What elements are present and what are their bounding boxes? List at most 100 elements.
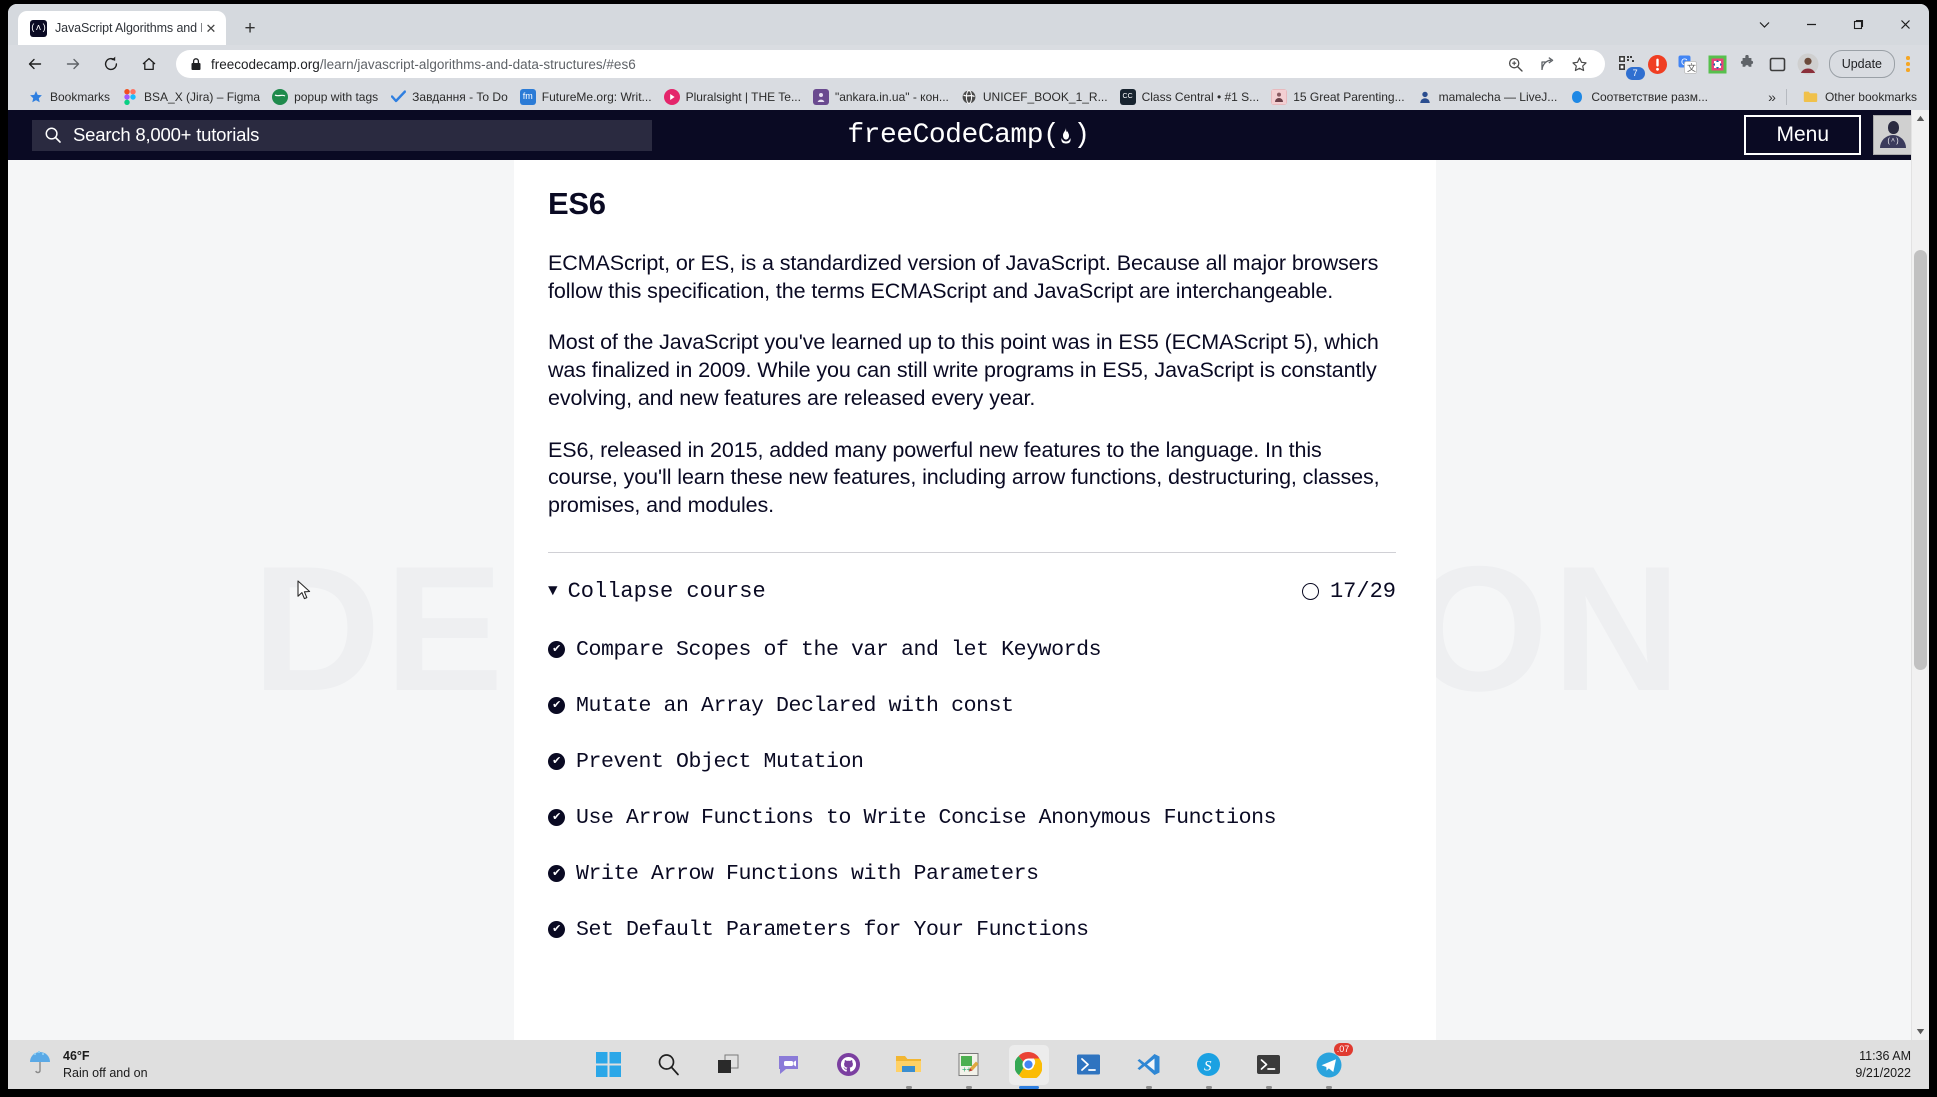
page-gutter-left	[8, 110, 514, 1040]
list-item[interactable]: ✔ Mutate an Array Declared with const	[548, 694, 1396, 718]
challenge-label: Use Arrow Functions to Write Concise Ano…	[576, 805, 1277, 830]
qr-extension-icon[interactable]: 7	[1613, 49, 1645, 80]
maximize-window-button[interactable]	[1835, 4, 1882, 45]
reload-button-icon[interactable]	[95, 48, 127, 80]
sidepanel-icon[interactable]	[1763, 49, 1793, 79]
bookmark-item-popup-with-tags[interactable]: popup with tags	[266, 86, 384, 108]
bookmark-label: Bookmarks	[50, 89, 111, 104]
bookmark-item-todo[interactable]: Завдання - To Do	[384, 86, 514, 108]
telegram-icon[interactable]: .07	[1309, 1042, 1353, 1089]
clock-date: 9/21/2022	[1855, 1065, 1911, 1080]
favicon-glyph: (ʌ)	[30, 22, 47, 33]
share-icon[interactable]	[1533, 49, 1563, 79]
terminal-icon[interactable]	[1249, 1045, 1289, 1089]
bookmark-label: 15 Great Parenting...	[1293, 89, 1405, 104]
bookmark-item-figma[interactable]: BSA_X (Jira) – Figma	[116, 86, 266, 108]
chrome-menu-button[interactable]	[1895, 56, 1921, 72]
menu-dot	[1906, 56, 1910, 60]
skype-icon[interactable]: S	[1189, 1045, 1229, 1089]
task-view-icon[interactable]	[709, 1045, 749, 1085]
fm-icon: fm	[519, 88, 536, 105]
bookmark-item-bookmarks[interactable]: Bookmarks	[22, 86, 116, 108]
bookmark-item-mamalecha[interactable]: mamalecha — LiveJ...	[1411, 86, 1564, 108]
star-icon	[28, 89, 44, 105]
profile-avatar-icon[interactable]	[1793, 49, 1823, 79]
bookmark-item-pluralsight[interactable]: Pluralsight | THE Te...	[658, 86, 807, 108]
challenge-label: Set Default Parameters for Your Function…	[576, 917, 1089, 942]
running-indicator	[1145, 1085, 1152, 1089]
list-item[interactable]: ✔ Write Arrow Functions with Parameters	[548, 862, 1396, 886]
bookmarks-overflow-button[interactable]: »	[1768, 89, 1776, 105]
address-bar-url: freecodecamp.org/learn/javascript-algori…	[211, 56, 636, 72]
other-bookmarks-label: Other bookmarks	[1824, 89, 1917, 104]
start-windows-icon[interactable]	[589, 1045, 629, 1085]
scrollbar-up-arrow[interactable]	[1912, 110, 1929, 127]
page-viewport: DEMO VERSION Search 8,000+ tutorials fre…	[8, 110, 1929, 1040]
bookmark-item-unicef[interactable]: UNICEF_BOOK_1_R...	[955, 86, 1114, 108]
page-scrollbar[interactable]	[1911, 110, 1929, 1040]
weather-widget[interactable]: 46°F Rain off and on	[8, 1048, 326, 1081]
tab-search-chevron-down-icon[interactable]	[1741, 4, 1788, 45]
browser-tab[interactable]: (ʌ) JavaScript Algorithms and Data S ✕	[18, 11, 226, 45]
globe-icon	[272, 88, 289, 105]
chevron-down-icon: ▼	[548, 582, 558, 601]
folder-icon	[1803, 89, 1819, 105]
search-input[interactable]: Search 8,000+ tutorials	[32, 119, 652, 151]
challenge-list: ✔ Compare Scopes of the var and let Keyw…	[548, 638, 1396, 942]
desktop: (ʌ) JavaScript Algorithms and Data S ✕ +	[0, 0, 1937, 1097]
list-item[interactable]: ✔ Prevent Object Mutation	[548, 750, 1396, 774]
scrollbar-down-arrow[interactable]	[1912, 1023, 1929, 1040]
zoom-in-icon[interactable]	[1501, 49, 1531, 79]
chrome-icon[interactable]	[1008, 1044, 1049, 1089]
screenshot-extension-icon[interactable]	[1703, 49, 1733, 79]
update-button[interactable]: Update	[1828, 50, 1895, 78]
clock-time: 11:36 AM	[1859, 1048, 1911, 1063]
running-indicator	[905, 1085, 912, 1089]
collapse-course-label: Collapse course	[567, 578, 766, 604]
avatar[interactable]: (^)	[1873, 114, 1913, 155]
chat-icon[interactable]	[769, 1045, 809, 1085]
bookmark-item-sootvetstvie[interactable]: Соответствие разм...	[1563, 86, 1714, 108]
minimize-window-button[interactable]	[1788, 4, 1835, 45]
person-icon	[812, 88, 829, 105]
bookmark-item-class-central[interactable]: CC Class Central • #1 S...	[1114, 86, 1266, 108]
bookmark-label: mamalecha — LiveJ...	[1438, 89, 1558, 104]
list-item[interactable]: ✔ Set Default Parameters for Your Functi…	[548, 918, 1396, 942]
notepadpp-icon[interactable]: ++	[949, 1045, 989, 1089]
browser-window: (ʌ) JavaScript Algorithms and Data S ✕ +	[8, 4, 1929, 1040]
google-translate-icon[interactable]: G文	[1673, 49, 1703, 79]
search-placeholder: Search 8,000+ tutorials	[73, 124, 260, 145]
bookmarks-bar: Bookmarks BSA_X (Jira) – Figma popup wit…	[8, 83, 1929, 110]
bookmark-item-parenting[interactable]: 15 Great Parenting...	[1265, 86, 1410, 108]
intro-paragraph-1: ECMAScript, or ES, is a standardized ver…	[548, 251, 1379, 303]
system-clock[interactable]: 11:36 AM 9/21/2022	[1611, 1048, 1929, 1082]
collapse-course-row[interactable]: ▼ Collapse course 17/29	[548, 579, 1396, 604]
close-window-button[interactable]	[1882, 4, 1929, 45]
bookmark-item-futureme[interactable]: fm FutureMe.org: Writ...	[514, 86, 658, 108]
navigation-toolbar: freecodecamp.org/learn/javascript-algori…	[8, 45, 1929, 83]
menu-button[interactable]: Menu	[1744, 114, 1861, 156]
alert-extension-icon[interactable]	[1643, 49, 1673, 79]
collapse-course-button[interactable]: ▼ Collapse course	[548, 579, 766, 604]
bookmark-star-icon[interactable]	[1565, 49, 1595, 79]
challenge-label: Prevent Object Mutation	[576, 749, 864, 774]
new-tab-button[interactable]: +	[236, 14, 264, 42]
other-bookmarks-button[interactable]: Other bookmarks	[1797, 86, 1923, 108]
vscode-icon[interactable]	[1129, 1045, 1169, 1089]
address-bar[interactable]: freecodecamp.org/learn/javascript-algori…	[176, 50, 1605, 78]
intro-paragraph-3: ES6, released in 2015, added many powerf…	[548, 437, 1380, 518]
home-button-icon[interactable]	[133, 48, 165, 80]
file-explorer-icon[interactable]	[889, 1045, 929, 1089]
scrollbar-thumb[interactable]	[1914, 250, 1927, 670]
bookmark-item-ankara[interactable]: "ankara.in.ua" - кон...	[807, 86, 955, 108]
powershell-icon[interactable]	[1069, 1045, 1109, 1085]
github-desktop-icon[interactable]	[829, 1045, 869, 1085]
bookmark-label: Class Central • #1 S...	[1141, 89, 1260, 104]
close-tab-icon[interactable]: ✕	[202, 19, 220, 37]
list-item[interactable]: ✔ Use Arrow Functions to Write Concise A…	[548, 806, 1396, 830]
forward-button-icon[interactable]	[57, 48, 89, 80]
extensions-puzzle-icon[interactable]	[1733, 49, 1763, 79]
back-button-icon[interactable]	[19, 48, 51, 80]
list-item[interactable]: ✔ Compare Scopes of the var and let Keyw…	[548, 638, 1396, 662]
taskbar-search-icon[interactable]	[649, 1045, 689, 1085]
